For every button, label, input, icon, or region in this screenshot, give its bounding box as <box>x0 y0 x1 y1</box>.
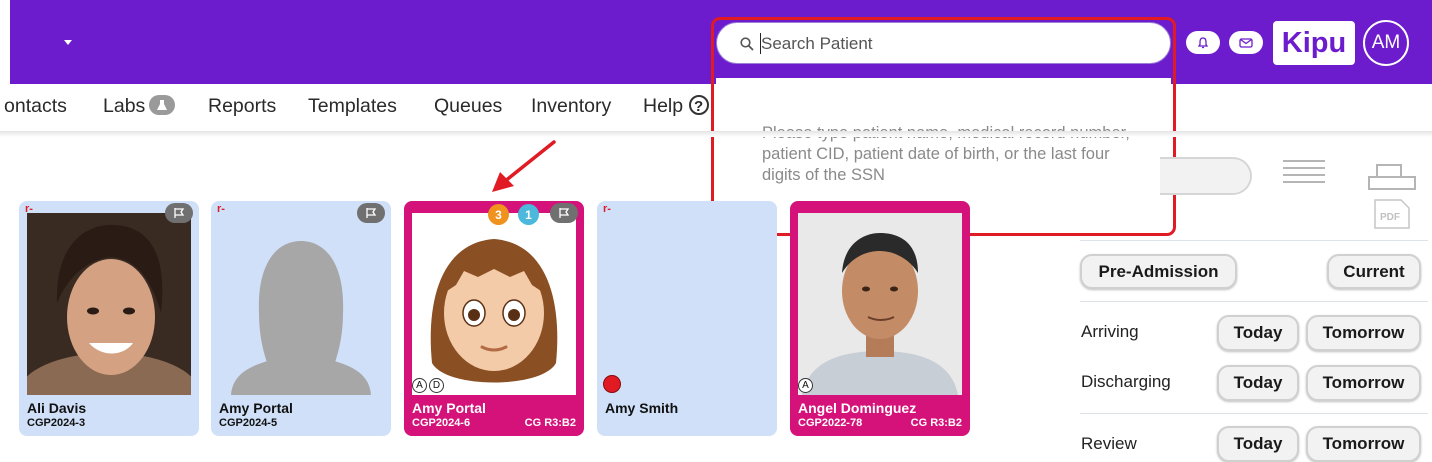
nav-item-reports[interactable]: Reports <box>208 95 276 118</box>
patient-card[interactable]: r- Amy Portal CGP2024-5 <box>211 201 391 436</box>
flask-icon <box>149 94 176 115</box>
arriving-tomorrow-button[interactable]: Tomorrow <box>1306 315 1421 351</box>
chevron-down-icon[interactable] <box>64 40 72 45</box>
list-view-icon[interactable] <box>1281 158 1327 186</box>
status-a-icon: A <box>798 378 813 393</box>
flag-icon <box>559 208 570 218</box>
patient-name: Amy Portal <box>412 400 486 416</box>
bell-icon <box>1197 36 1209 48</box>
nav-item-queues[interactable]: Queues <box>434 95 502 118</box>
nav-divider <box>0 131 1432 137</box>
flag-button[interactable] <box>550 203 578 223</box>
flag-marker: r- <box>25 203 33 215</box>
print-icon[interactable] <box>1367 163 1419 193</box>
nav-item-inventory[interactable]: Inventory <box>531 95 611 118</box>
nav-item-help[interactable]: Help ? <box>643 94 709 118</box>
view-toggle-button[interactable] <box>1160 157 1252 195</box>
alert-dot-icon <box>603 375 621 393</box>
patient-photo <box>27 213 191 395</box>
arriving-today-button[interactable]: Today <box>1217 315 1299 351</box>
flag-marker: r- <box>603 203 611 215</box>
patient-room: CG R3:B2 <box>910 417 962 429</box>
current-button[interactable]: Current <box>1327 254 1421 289</box>
nav-item-labs[interactable]: Labs <box>103 94 176 118</box>
pdf-label: PDF <box>1380 212 1400 223</box>
status-a-icon: A <box>412 378 427 393</box>
arriving-label: Arriving <box>1081 322 1139 341</box>
main-nav: ontacts Labs Reports Templates Queues In… <box>0 84 1432 132</box>
patient-card[interactable]: A Angel Dominguez CGP2022-78 CG R3:B2 <box>790 201 970 436</box>
patient-room: CG R3:B2 <box>524 417 576 429</box>
divider <box>1080 240 1428 241</box>
info-count-badge[interactable]: 1 <box>518 204 539 225</box>
nav-item-contacts[interactable]: ontacts <box>4 95 67 118</box>
notifications-button[interactable] <box>1186 31 1220 54</box>
mail-icon <box>1239 37 1253 48</box>
pre-admission-button[interactable]: Pre-Admission <box>1080 254 1237 289</box>
divider <box>1080 301 1428 302</box>
user-avatar[interactable]: AM <box>1363 20 1409 66</box>
review-label: Review <box>1081 434 1137 453</box>
patient-card[interactable]: 3 1 A D Amy Portal CGP2024-6 CG R3:B2 <box>404 201 584 436</box>
patient-name: Angel Dominguez <box>798 400 917 416</box>
review-today-button[interactable]: Today <box>1217 426 1299 462</box>
annotation-arrow-icon <box>492 140 556 192</box>
patient-id: CGP2024-3 <box>27 417 86 429</box>
patient-card[interactable]: r- Amy Smith <box>597 201 777 436</box>
patient-photo-placeholder <box>219 213 383 395</box>
patient-photo-emoji <box>412 213 576 395</box>
brand-logo[interactable]: Kipu <box>1273 21 1355 65</box>
alert-count-badge[interactable]: 3 <box>488 204 509 225</box>
patient-photo <box>798 213 962 395</box>
flag-button[interactable] <box>357 203 385 223</box>
patient-id: CGP2024-6 <box>412 417 471 429</box>
help-icon: ? <box>688 94 709 115</box>
review-tomorrow-button[interactable]: Tomorrow <box>1306 426 1421 462</box>
flag-icon <box>174 208 185 218</box>
nav-item-help-label: Help <box>643 95 684 117</box>
discharging-today-button[interactable]: Today <box>1217 365 1299 401</box>
messages-button[interactable] <box>1229 31 1263 54</box>
pdf-export-button[interactable]: PDF <box>1371 198 1411 230</box>
patient-id: CGP2024-5 <box>219 417 278 429</box>
patient-name: Amy Smith <box>605 400 679 416</box>
discharging-tomorrow-button[interactable]: Tomorrow <box>1306 365 1421 401</box>
flag-icon <box>366 208 377 218</box>
flag-button[interactable] <box>165 203 193 223</box>
patient-card[interactable]: r- Ali Davis CGP2024-3 <box>19 201 199 436</box>
divider <box>1080 413 1428 414</box>
patient-name: Ali Davis <box>27 400 87 416</box>
nav-item-templates[interactable]: Templates <box>308 95 397 118</box>
discharging-label: Discharging <box>1081 372 1171 391</box>
patient-name: Amy Portal <box>219 400 293 416</box>
status-d-icon: D <box>429 378 444 393</box>
flag-marker: r- <box>217 203 225 215</box>
patient-id: CGP2022-78 <box>798 417 863 429</box>
nav-item-labs-label: Labs <box>103 95 146 117</box>
